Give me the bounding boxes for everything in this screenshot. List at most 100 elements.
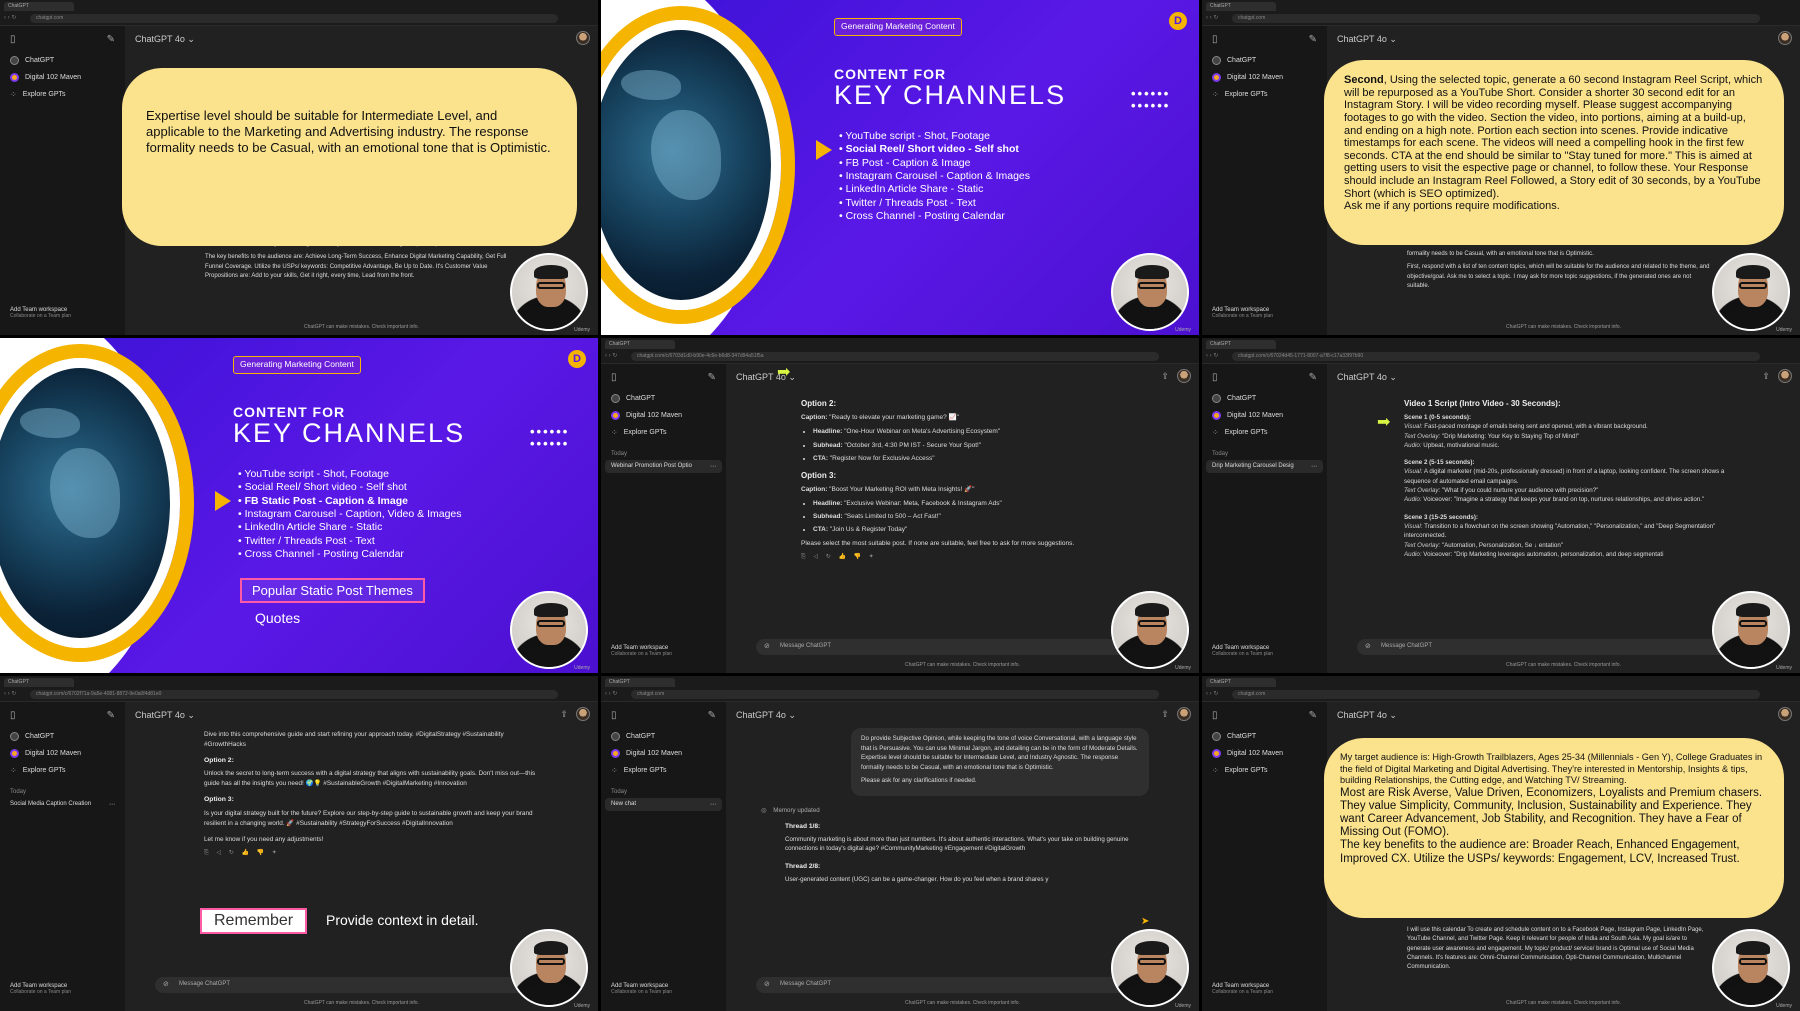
- new-chat-icon[interactable]: ✎: [708, 372, 716, 383]
- attach-icon[interactable]: ⊘: [764, 642, 770, 650]
- message-actions-icon[interactable]: ⎘ ◁ ↻ 👍 👎 ✦: [204, 849, 538, 858]
- sidebar-toggle-icon[interactable]: ▯: [611, 710, 617, 721]
- add-team-workspace[interactable]: Add Team workspace Collaborate on a Team …: [611, 645, 672, 657]
- browser-tab[interactable]: ChatGPT: [4, 677, 74, 687]
- address-bar[interactable]: chatgpt.com: [1232, 14, 1760, 23]
- nav-buttons-icon[interactable]: ‹ › ↻: [1206, 352, 1218, 359]
- sidebar-item-explore[interactable]: ⁘ Explore GPTs: [0, 86, 125, 103]
- sidebar-toggle-icon[interactable]: ▯: [1212, 372, 1218, 383]
- message-actions-icon[interactable]: ⎘ ◁ ↻ 👍 👎 ✦: [801, 553, 1139, 562]
- memory-updated[interactable]: Memory updated: [773, 807, 819, 814]
- model-selector[interactable]: ChatGPT 4o: [1337, 372, 1387, 382]
- sidebar-item-maven[interactable]: Digital 102 Maven: [601, 745, 726, 762]
- sidebar-item-chatgpt[interactable]: ChatGPT: [1202, 390, 1327, 407]
- sidebar-item-explore[interactable]: ⁘ Explore GPTs: [601, 424, 726, 441]
- add-team-workspace[interactable]: Add Team workspace Collaborate on a Team …: [1212, 307, 1273, 319]
- add-team-workspace[interactable]: Add Team workspace Collaborate on a Team …: [1212, 645, 1273, 657]
- nav-buttons-icon[interactable]: ‹ › ↻: [4, 690, 16, 697]
- message-input[interactable]: ⊘ Message ChatGPT: [756, 639, 1129, 655]
- sidebar-item-maven[interactable]: Digital 102 Maven: [1202, 745, 1327, 762]
- attach-icon[interactable]: ⊘: [764, 980, 770, 988]
- chat-history-item[interactable]: Webinar Promotion Post Optio ⋯: [605, 460, 722, 473]
- attach-icon[interactable]: ⊘: [1365, 642, 1371, 650]
- sidebar-item-chatgpt[interactable]: ChatGPT: [0, 728, 125, 745]
- attach-icon[interactable]: ⊘: [163, 980, 169, 988]
- browser-tab[interactable]: ChatGPT: [1206, 1, 1276, 11]
- add-team-workspace[interactable]: Add Team workspace Collaborate on a Team …: [1212, 983, 1273, 995]
- sidebar-toggle-icon[interactable]: ▯: [1212, 34, 1218, 45]
- sidebar-item-maven[interactable]: Digital 102 Maven: [0, 69, 125, 86]
- chat-history-item[interactable]: New chat ⋯: [605, 798, 722, 811]
- address-bar[interactable]: chatgpt.com: [1232, 690, 1760, 699]
- model-selector[interactable]: ChatGPT 4o: [135, 34, 185, 44]
- user-avatar[interactable]: [1177, 369, 1191, 383]
- user-avatar[interactable]: [1778, 31, 1792, 45]
- user-avatar[interactable]: [1778, 369, 1792, 383]
- sidebar-toggle-icon[interactable]: ▯: [1212, 710, 1218, 721]
- sidebar-item-explore[interactable]: ⁘ Explore GPTs: [1202, 424, 1327, 441]
- address-bar[interactable]: chatgpt.com: [631, 690, 1159, 699]
- sidebar-item-chatgpt[interactable]: ChatGPT: [1202, 728, 1327, 745]
- new-chat-icon[interactable]: ✎: [107, 710, 115, 721]
- share-icon[interactable]: ⇪: [1161, 371, 1169, 382]
- user-avatar[interactable]: [576, 31, 590, 45]
- message-input[interactable]: ⊘ Message ChatGPT: [756, 977, 1129, 993]
- share-icon[interactable]: ⇪: [1161, 709, 1169, 720]
- chat-history-item[interactable]: Social Media Caption Creation ⋯: [4, 798, 121, 811]
- nav-buttons-icon[interactable]: ‹ › ↻: [1206, 690, 1218, 697]
- nav-buttons-icon[interactable]: ‹ › ↻: [4, 14, 16, 21]
- sidebar-item-maven[interactable]: Digital 102 Maven: [1202, 407, 1327, 424]
- nav-buttons-icon[interactable]: ‹ › ↻: [1206, 14, 1218, 21]
- address-bar[interactable]: chatgpt.com/c/6703d1d0-b90e-4c6e-b6d8-34…: [631, 352, 1159, 361]
- sidebar-toggle-icon[interactable]: ▯: [10, 710, 16, 721]
- address-bar[interactable]: chatgpt.com: [30, 14, 558, 23]
- sidebar-item-chatgpt[interactable]: ChatGPT: [1202, 52, 1327, 69]
- model-selector[interactable]: ChatGPT 4o: [135, 710, 185, 720]
- new-chat-icon[interactable]: ✎: [1309, 34, 1317, 45]
- message-input[interactable]: ⊘ Message ChatGPT: [1357, 639, 1730, 655]
- new-chat-icon[interactable]: ✎: [107, 34, 115, 45]
- more-icon[interactable]: ⋯: [1311, 463, 1317, 470]
- browser-tab[interactable]: ChatGPT: [1206, 339, 1276, 349]
- model-selector[interactable]: ChatGPT 4o: [736, 710, 786, 720]
- sidebar-toggle-icon[interactable]: ▯: [10, 34, 16, 45]
- model-selector[interactable]: ChatGPT 4o: [1337, 710, 1387, 720]
- nav-buttons-icon[interactable]: ‹ › ↻: [605, 352, 617, 359]
- sidebar-item-explore[interactable]: ⁘ Explore GPTs: [0, 762, 125, 779]
- address-bar[interactable]: chatgpt.com/c/6702f71a-9a5e-4081-8872-9e…: [30, 690, 558, 699]
- add-team-workspace[interactable]: Add Team workspace Collaborate on a Team …: [10, 983, 71, 995]
- sidebar-item-explore[interactable]: ⁘ Explore GPTs: [1202, 762, 1327, 779]
- more-icon[interactable]: ⋯: [109, 801, 115, 808]
- new-chat-icon[interactable]: ✎: [708, 710, 716, 721]
- browser-tab[interactable]: ChatGPT: [1206, 677, 1276, 687]
- address-bar[interactable]: chatgpt.com/c/67024d45-1771-8007-a7f8-c1…: [1232, 352, 1760, 361]
- sidebar-item-explore[interactable]: ⁘ Explore GPTs: [1202, 86, 1327, 103]
- sidebar-item-chatgpt[interactable]: ChatGPT: [601, 390, 726, 407]
- nav-buttons-icon[interactable]: ‹ › ↻: [605, 690, 617, 697]
- sidebar-item-maven[interactable]: Digital 102 Maven: [1202, 69, 1327, 86]
- user-avatar[interactable]: [1177, 707, 1191, 721]
- message-input[interactable]: ⊘ Message ChatGPT: [155, 977, 528, 993]
- share-icon[interactable]: ⇪: [560, 709, 568, 720]
- share-icon[interactable]: ⇪: [1762, 371, 1770, 382]
- chat-history-item[interactable]: Drip Marketing Carousel Desig ⋯: [1206, 460, 1323, 473]
- add-team-workspace[interactable]: Add Team workspace Collaborate on a Team …: [611, 983, 672, 995]
- user-avatar[interactable]: [576, 707, 590, 721]
- sidebar-item-explore[interactable]: ⁘ Explore GPTs: [601, 762, 726, 779]
- new-chat-icon[interactable]: ✎: [1309, 372, 1317, 383]
- new-chat-icon[interactable]: ✎: [1309, 710, 1317, 721]
- model-selector[interactable]: ChatGPT 4o: [1337, 34, 1387, 44]
- highlight-bubble: Expertise level should be suitable for I…: [122, 68, 577, 246]
- add-team-workspace[interactable]: Add Team workspace Collaborate on a Team …: [10, 307, 71, 319]
- sidebar-item-chatgpt[interactable]: ChatGPT: [0, 52, 125, 69]
- sidebar-item-maven[interactable]: Digital 102 Maven: [0, 745, 125, 762]
- browser-tab[interactable]: ChatGPT: [605, 677, 675, 687]
- user-avatar[interactable]: [1778, 707, 1792, 721]
- sidebar-item-chatgpt[interactable]: ChatGPT: [601, 728, 726, 745]
- sidebar-toggle-icon[interactable]: ▯: [611, 372, 617, 383]
- sidebar-item-maven[interactable]: Digital 102 Maven: [601, 407, 726, 424]
- browser-tab[interactable]: ChatGPT: [4, 1, 74, 11]
- more-icon[interactable]: ⋯: [710, 463, 716, 470]
- more-icon[interactable]: ⋯: [710, 801, 716, 808]
- browser-tab[interactable]: ChatGPT: [605, 339, 675, 349]
